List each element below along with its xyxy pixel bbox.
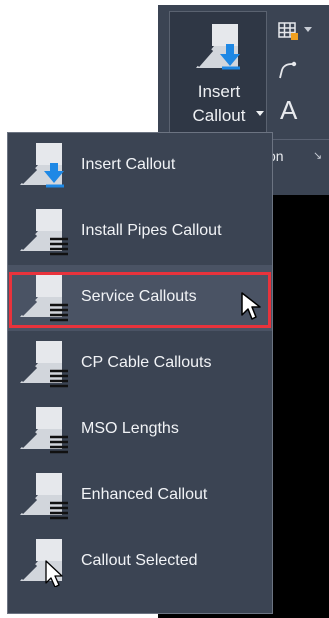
insert-callout-split-button[interactable]: Insert Callout (169, 11, 267, 134)
menu-item-enhanced-callout[interactable]: Enhanced Callout (8, 463, 272, 529)
table-icon[interactable] (277, 20, 301, 44)
menu-item-mso-lengths[interactable]: MSO Lengths (8, 397, 272, 463)
menu-item-label: Install Pipes Callout (81, 222, 222, 239)
menu-item-cp-cable-callouts[interactable]: CP Cable Callouts (8, 331, 272, 397)
highlight-box (9, 272, 271, 328)
insert-callout-label-line2: Callout (192, 106, 246, 125)
menu-item-label: MSO Lengths (81, 420, 179, 437)
dialog-launcher-icon[interactable]: ↘ (313, 149, 322, 162)
callout-selected-icon (20, 539, 63, 587)
menu-item-label: Insert Callout (81, 156, 176, 173)
menu-item-label: Enhanced Callout (81, 486, 208, 503)
chevron-down-icon (256, 111, 264, 116)
insert-callout-label-line1: Insert (197, 82, 241, 101)
callout-icon (20, 341, 68, 388)
text-tool-button[interactable]: A (280, 96, 297, 124)
menu-item-label: Callout Selected (81, 552, 198, 569)
chevron-down-icon[interactable] (301, 22, 315, 36)
callout-icon (20, 209, 68, 256)
mouse-cursor-icon (241, 292, 261, 320)
menu-item-insert-callout[interactable]: Insert Callout (8, 133, 272, 199)
insert-callout-icon (196, 24, 240, 70)
callout-icon (20, 407, 68, 454)
menu-item-service-callouts[interactable]: Service Callouts (8, 265, 272, 331)
callout-dropdown-menu: Insert Callout Install Pipes Callout Ser… (7, 132, 273, 614)
menu-item-callout-selected[interactable]: Callout Selected (8, 529, 272, 595)
insert-callout-icon (20, 143, 64, 188)
leader-icon[interactable] (276, 58, 300, 82)
menu-item-label: CP Cable Callouts (81, 354, 212, 371)
menu-item-install-pipes-callout[interactable]: Install Pipes Callout (8, 199, 272, 265)
callout-icon (20, 473, 68, 520)
